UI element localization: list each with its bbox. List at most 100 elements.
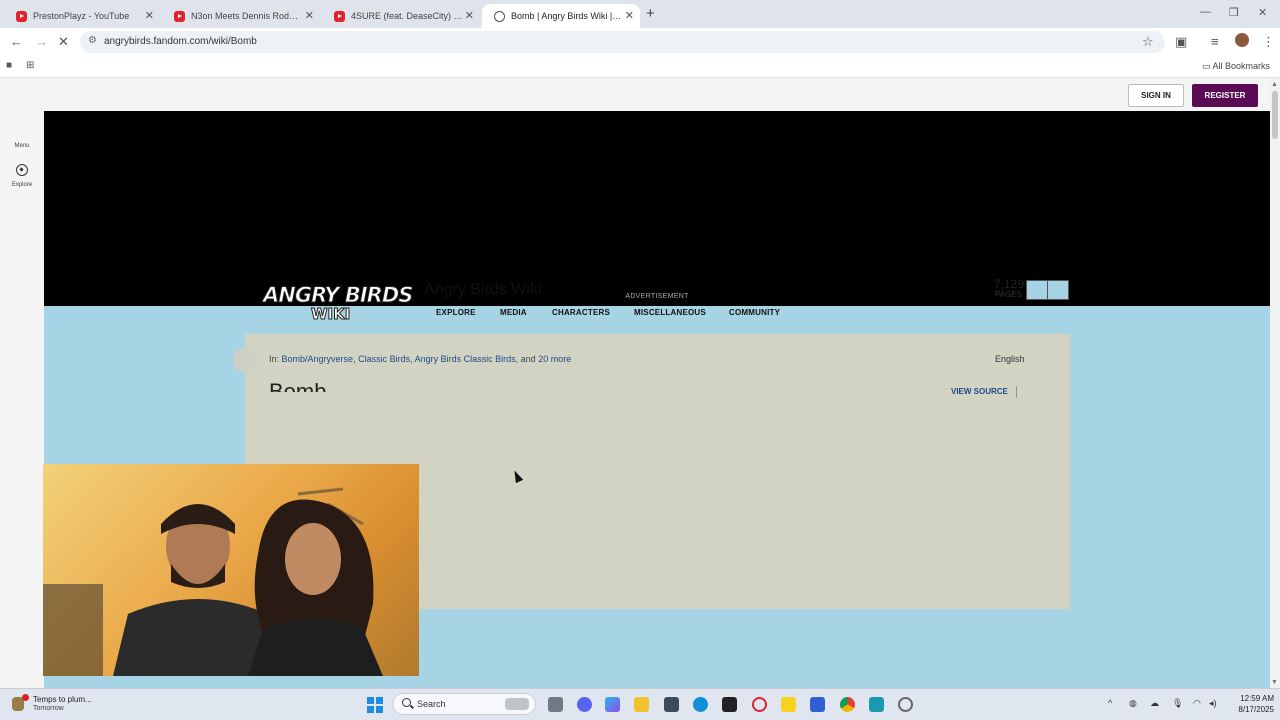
tab-strip: PrestonPlayz - YouTube ✕ N3on Meets Denn… bbox=[0, 0, 1280, 28]
weather-main[interactable]: Temps to plum... bbox=[33, 695, 92, 704]
category-link[interactable]: Bomb/Angryverse bbox=[282, 354, 354, 364]
microphone-icon[interactable]: 🎙 bbox=[1172, 698, 1183, 709]
wiki-tools-button-2[interactable] bbox=[1047, 280, 1069, 300]
close-icon[interactable]: ✕ bbox=[465, 9, 474, 22]
maximize-icon[interactable]: ❐ bbox=[1229, 6, 1239, 19]
collapse-circle-icon[interactable] bbox=[233, 348, 257, 372]
volume-icon[interactable]: ◂) bbox=[1209, 698, 1217, 709]
notification-badge bbox=[22, 694, 29, 701]
register-button[interactable]: REGISTER bbox=[1192, 84, 1258, 107]
onedrive-icon[interactable]: ☁ bbox=[1150, 698, 1159, 709]
bookmarks-bar: ■ ⊞ ▭ All Bookmarks bbox=[0, 56, 1280, 78]
opera-icon[interactable] bbox=[752, 697, 767, 712]
wiki-tools-button[interactable] bbox=[1026, 280, 1048, 300]
all-bookmarks[interactable]: ▭ All Bookmarks bbox=[1202, 61, 1270, 72]
scroll-down-icon[interactable]: ▼ bbox=[1271, 679, 1278, 686]
minimize-icon[interactable]: — bbox=[1200, 6, 1211, 18]
edge-icon[interactable] bbox=[693, 697, 708, 712]
nav-explore[interactable]: EXPLORE bbox=[436, 308, 476, 317]
copilot-icon[interactable] bbox=[605, 697, 620, 712]
discord-icon[interactable] bbox=[577, 697, 592, 712]
tab-search-icon[interactable]: ▣ bbox=[1175, 34, 1187, 50]
task-view-icon[interactable] bbox=[548, 697, 563, 712]
article-categories: In: Bomb/Angryverse, Classic Birds, Angr… bbox=[269, 354, 572, 364]
pages-label: PAGES bbox=[995, 290, 1022, 299]
app-bolt-icon[interactable] bbox=[722, 697, 737, 712]
app-blue-icon[interactable] bbox=[810, 697, 825, 712]
clock-time[interactable]: 12:59 AM bbox=[1226, 694, 1274, 703]
wiki-name[interactable]: Angry Birds Wiki bbox=[424, 281, 541, 299]
nav-community[interactable]: COMMUNITY bbox=[729, 308, 780, 317]
sticky-notes-icon[interactable] bbox=[781, 697, 796, 712]
site-info-icon[interactable]: ⚙ bbox=[88, 35, 97, 46]
tab-title: 4SURE (feat. DeaseCity) - YouT bbox=[351, 11, 463, 21]
tray-overflow-icon[interactable]: ^ bbox=[1108, 698, 1112, 708]
tray-app-icon[interactable]: ◍ bbox=[1129, 698, 1137, 709]
search-icon bbox=[402, 698, 411, 707]
bookmark-star-icon[interactable]: ☆ bbox=[1142, 34, 1154, 50]
search-label: Search bbox=[417, 699, 446, 709]
forward-icon[interactable]: → bbox=[35, 34, 48, 49]
window-close-icon[interactable]: ✕ bbox=[1258, 6, 1267, 19]
stop-icon[interactable]: ✕ bbox=[58, 34, 69, 50]
nav-media[interactable]: MEDIA bbox=[500, 308, 527, 317]
scroll-up-icon[interactable]: ▲ bbox=[1271, 81, 1278, 88]
compass-icon[interactable] bbox=[16, 164, 28, 176]
advertisement-label: ADVERTISEMENT bbox=[625, 293, 689, 300]
bookmark-app-icon[interactable]: ■ bbox=[6, 60, 12, 71]
close-icon[interactable]: ✕ bbox=[145, 9, 154, 22]
clock-date[interactable]: 8/17/2025 bbox=[1226, 705, 1274, 714]
url-text[interactable]: angrybirds.fandom.com/wiki/Bomb bbox=[104, 36, 257, 47]
wifi-icon[interactable]: ◠ bbox=[1193, 698, 1201, 709]
close-icon[interactable]: ✕ bbox=[305, 9, 314, 22]
back-icon[interactable]: ← bbox=[10, 34, 23, 49]
language-selector[interactable]: English bbox=[995, 354, 1025, 364]
address-bar[interactable]: ⚙ angrybirds.fandom.com/wiki/Bomb bbox=[80, 31, 1165, 53]
browser-toolbar: ← → ✕ ⚙ angrybirds.fandom.com/wiki/Bomb … bbox=[0, 28, 1280, 56]
search-highlight-icon bbox=[505, 698, 529, 710]
weather-sub: Tomorrow bbox=[33, 705, 64, 712]
wiki-sidebar: Menu Explore bbox=[0, 79, 44, 688]
tab-bomb-wiki[interactable]: Bomb | Angry Birds Wiki | Fando ✕ bbox=[482, 4, 640, 28]
pages-count: 7,129 bbox=[993, 277, 1024, 291]
more-categories-link[interactable]: 20 more bbox=[538, 354, 571, 364]
chrome-icon[interactable] bbox=[840, 697, 855, 712]
apps-grid-icon[interactable]: ⊞ bbox=[26, 60, 34, 71]
view-source-button[interactable]: VIEW SOURCE bbox=[951, 387, 1008, 396]
file-explorer-icon[interactable] bbox=[634, 697, 649, 712]
tab-prestonplayz[interactable]: PrestonPlayz - YouTube ✕ bbox=[4, 4, 160, 28]
category-link[interactable]: Classic Birds bbox=[358, 354, 410, 364]
windows-taskbar: Temps to plum... Tomorrow Search ^ ◍ ☁ 🎙… bbox=[0, 688, 1280, 720]
page-scrollbar[interactable]: ▲ ▼ bbox=[1270, 79, 1280, 688]
app-teal-icon[interactable] bbox=[869, 697, 884, 712]
advertisement-banner[interactable] bbox=[44, 111, 1270, 306]
more-menu-icon[interactable]: ⋮ bbox=[1262, 34, 1275, 50]
fandom-icon bbox=[494, 10, 505, 22]
microsoft-store-icon[interactable] bbox=[664, 697, 679, 712]
nav-characters[interactable]: CHARACTERS bbox=[552, 308, 610, 317]
logo-sub-text: WIKI bbox=[310, 305, 351, 324]
close-icon[interactable]: ✕ bbox=[625, 9, 634, 22]
category-link[interactable]: Angry Birds Classic Birds bbox=[415, 354, 516, 364]
taskbar-search[interactable]: Search bbox=[392, 693, 536, 715]
media-control-icon[interactable]: ≡ bbox=[1211, 34, 1219, 49]
tab-title: PrestonPlayz - YouTube bbox=[33, 11, 130, 21]
webcam-overlay bbox=[43, 464, 419, 676]
app-circle-icon[interactable] bbox=[898, 697, 913, 712]
youtube-icon bbox=[174, 10, 185, 22]
new-tab-icon[interactable]: + bbox=[646, 5, 655, 22]
windows-start-icon[interactable] bbox=[367, 697, 383, 713]
tab-n3on[interactable]: N3on Meets Dennis Rodman Fo ✕ bbox=[162, 4, 320, 28]
nav-miscellaneous[interactable]: MISCELLANEOUS bbox=[634, 308, 706, 317]
tab-4sure[interactable]: 4SURE (feat. DeaseCity) - YouT ✕ bbox=[322, 4, 480, 28]
sign-in-button[interactable]: SIGN IN bbox=[1128, 84, 1184, 107]
menu-button[interactable]: Menu bbox=[0, 143, 44, 149]
youtube-icon bbox=[16, 10, 27, 22]
profile-avatar-icon[interactable] bbox=[1235, 33, 1249, 47]
tab-title: Bomb | Angry Birds Wiki | Fando bbox=[511, 11, 623, 21]
wiki-logo[interactable]: ANGRY BIRDS WIKI bbox=[262, 283, 413, 329]
webcam-people-image bbox=[43, 487, 383, 676]
divider bbox=[1016, 386, 1017, 398]
explore-label[interactable]: Explore bbox=[0, 182, 44, 188]
scroll-thumb[interactable] bbox=[1272, 91, 1278, 139]
